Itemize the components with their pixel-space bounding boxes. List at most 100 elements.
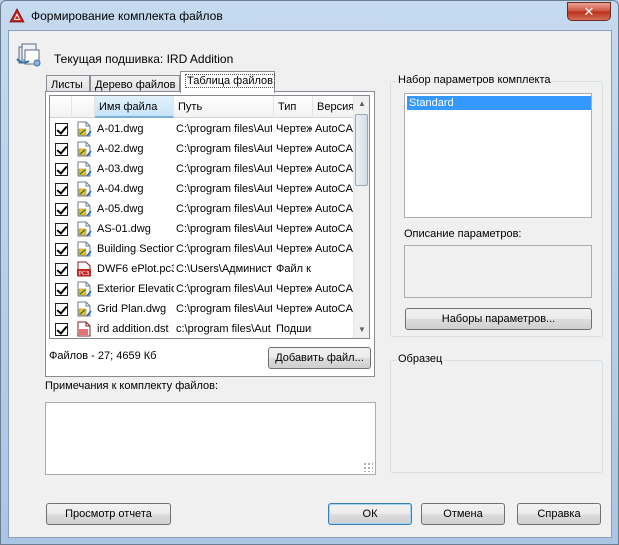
cell-path: C:\program files\Aut [176,303,272,315]
row-checkbox[interactable] [55,263,68,276]
scroll-up-arrow-icon[interactable]: ▲ [354,96,369,112]
cancel-button-label: Отмена [443,508,483,520]
cell-filename: ird addition.dst [97,323,169,335]
cell-type: Подшив [276,323,312,335]
cell-type: Чертеж [276,143,312,155]
row-checkbox[interactable] [55,143,68,156]
cell-path: C:\program files\Aut [176,163,272,175]
cell-filename: A-04.dwg [97,183,144,195]
ok-button-label: ОК [362,508,378,520]
param-set-list[interactable]: Standard [404,93,592,218]
table-row[interactable]: PC3 DWF6 ePlot.pc3 C:\Users\Админист Файл к [50,259,360,279]
cell-path: C:\program files\Aut [176,223,272,235]
table-row[interactable]: Grid Plan.dwg C:\program files\Aut Чертеж A… [50,299,360,319]
dwg-file-icon [76,221,92,237]
cell-type: Чертеж [276,243,312,255]
cell-filename: Grid Plan.dwg [97,303,167,315]
table-row[interactable]: Exterior Elevatio C:\program files\Aut Чер… [50,279,360,299]
row-checkbox[interactable] [55,283,68,296]
cell-filename: A-02.dwg [97,143,144,155]
cell-type: Чертеж [276,203,312,215]
param-set-group-title: Набор параметров комплекта [396,74,553,86]
dwg-file-icon [76,281,92,297]
cell-type: Чертеж [276,303,312,315]
header-icon-column [72,96,95,118]
help-button-label: Справка [537,508,581,520]
row-checkbox[interactable] [55,323,68,336]
param-description-label: Описание параметров: [404,228,522,240]
cell-path: C:\program files\Aut [176,123,272,135]
tab-sheets-label: Листы [51,79,83,91]
preview-group-title: Образец [396,353,445,365]
dwg-file-icon [76,241,92,257]
add-file-button[interactable]: Добавить файл... [268,347,371,369]
cell-path: C:\Users\Админист [176,263,272,275]
cell-path: C:\program files\Aut [176,283,272,295]
param-set-item-standard[interactable]: Standard [407,96,591,110]
dwg-file-icon [76,121,92,137]
dwg-file-icon [76,301,92,317]
cell-filename: Exterior Elevatio [97,283,174,295]
pc3-file-icon: PC3 [76,261,92,277]
tab-file-table[interactable]: Таблица файлов [180,71,276,93]
param-description-box [404,245,592,298]
row-checkbox[interactable] [55,163,68,176]
dwg-file-icon [76,201,92,217]
cell-path: C:\program files\Aut [176,183,272,195]
scroll-thumb[interactable] [355,114,368,186]
table-row[interactable]: ird addition.dst c:\program files\Aut Подш… [50,319,360,338]
view-report-button[interactable]: Просмотр отчета [46,503,171,525]
row-checkbox[interactable] [55,243,68,256]
table-row[interactable]: Building Section C:\program files\Aut Черт… [50,239,360,259]
header-type[interactable]: Тип [274,96,313,118]
cell-filename: A-05.dwg [97,203,144,215]
dwg-file-icon [76,181,92,197]
table-row[interactable]: A-05.dwg C:\program files\Aut Чертеж AutoCA… [50,199,360,219]
file-table[interactable]: Имя файла Путь Тип Версия A-01.dwg C:\pro… [49,95,370,339]
cell-type: Чертеж [276,183,312,195]
table-row[interactable]: A-03.dwg C:\program files\Aut Чертеж AutoCA… [50,159,360,179]
cancel-button[interactable]: Отмена [421,503,505,525]
param-sets-button-label: Наборы параметров... [441,313,556,325]
notes-label: Примечания к комплекту файлов: [45,380,219,392]
cell-path: C:\program files\Aut [176,203,272,215]
notes-textarea[interactable] [45,402,376,475]
scroll-down-arrow-icon[interactable]: ▼ [354,322,369,338]
title-bar[interactable]: Формирование комплекта файлов ✕ [1,1,618,31]
param-sets-button[interactable]: Наборы параметров... [405,308,592,330]
cell-path: C:\program files\Aut [176,143,272,155]
ok-button[interactable]: ОК [328,503,412,525]
row-checkbox[interactable] [55,123,68,136]
table-row[interactable]: A-01.dwg C:\program files\Aut Чертеж AutoCA… [50,119,360,139]
cell-filename: DWF6 ePlot.pc3 [97,263,174,275]
cell-type: Чертеж [276,283,312,295]
sheetset-icon [16,43,41,67]
window-title: Формирование комплекта файлов [31,9,223,23]
close-button[interactable]: ✕ [567,2,611,21]
file-table-panel: Имя файла Путь Тип Версия A-01.dwg C:\pro… [45,91,375,377]
cell-type: Чертеж [276,123,312,135]
help-button[interactable]: Справка [517,503,601,525]
dwg-file-icon [76,161,92,177]
resize-grip-icon[interactable] [363,462,373,472]
table-row[interactable]: A-02.dwg C:\program files\Aut Чертеж AutoCA… [50,139,360,159]
row-checkbox[interactable] [55,223,68,236]
table-row[interactable]: A-04.dwg C:\program files\Aut Чертеж AutoCA… [50,179,360,199]
header-path[interactable]: Путь [174,96,274,118]
dst-file-icon [76,321,92,337]
table-row[interactable]: AS-01.dwg C:\program files\Aut Чертеж AutoC… [50,219,360,239]
row-checkbox[interactable] [55,183,68,196]
dwg-file-icon [76,141,92,157]
header-check-column [50,96,72,118]
cell-type: Чертеж [276,163,312,175]
current-sheetset-label: Текущая подшивка: IRD Addition [54,52,234,66]
header-filename[interactable]: Имя файла [95,96,174,118]
add-file-button-label: Добавить файл... [275,352,364,364]
row-checkbox[interactable] [55,203,68,216]
cell-path: C:\program files\Aut [176,243,272,255]
cell-filename: A-01.dwg [97,123,144,135]
tab-file-tree-label: Дерево файлов [95,79,176,91]
table-scrollbar[interactable]: ▲ ▼ [353,96,369,338]
row-checkbox[interactable] [55,303,68,316]
tab-file-table-label: Таблица файлов [185,74,276,88]
